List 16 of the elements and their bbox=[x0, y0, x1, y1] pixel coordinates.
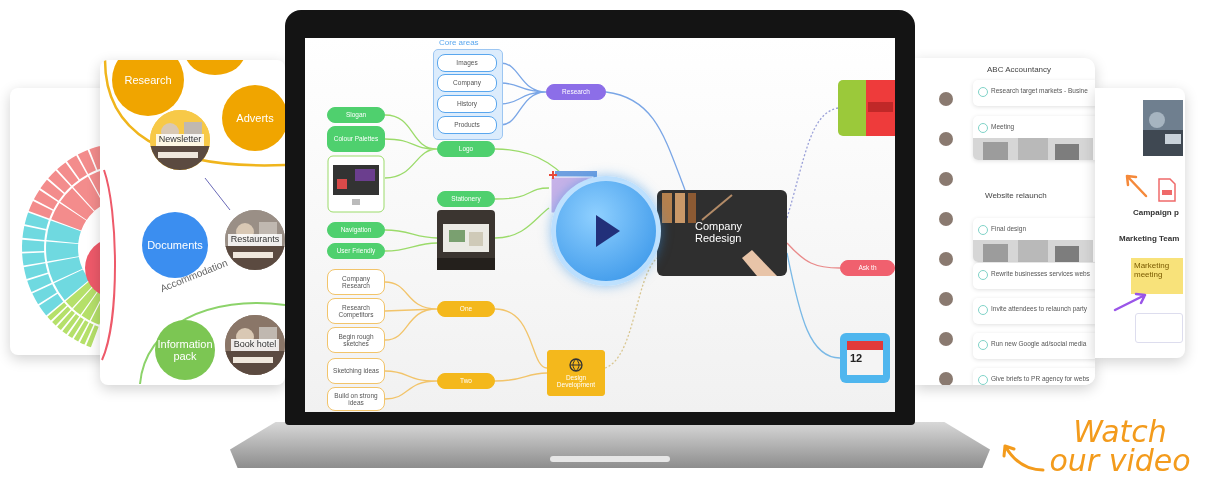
bubble-label: Research bbox=[124, 73, 172, 87]
bubble-label: Newsletter bbox=[155, 134, 205, 146]
board-title: Marketing Team bbox=[1119, 234, 1180, 243]
calendar-date: 12 bbox=[850, 352, 863, 364]
section-heading: Website relaunch bbox=[985, 191, 1047, 200]
bubble-label: Restaurants bbox=[227, 234, 283, 246]
bubble-label: Documents bbox=[147, 238, 203, 252]
group-heading: Core areas bbox=[439, 38, 479, 47]
node-label: Company Redesign bbox=[695, 220, 744, 245]
board-title: ABC Accountancy bbox=[987, 65, 1052, 74]
watch-video-caption: Watch our video bbox=[1048, 418, 1192, 475]
bubble-label: Book hotel bbox=[230, 339, 280, 351]
sticky-note: Marketing meeting bbox=[1131, 258, 1183, 294]
bubble-label: Information pack bbox=[156, 337, 214, 363]
file-name: Campaign p bbox=[1133, 208, 1179, 217]
bubble-label: Adverts bbox=[236, 111, 274, 125]
